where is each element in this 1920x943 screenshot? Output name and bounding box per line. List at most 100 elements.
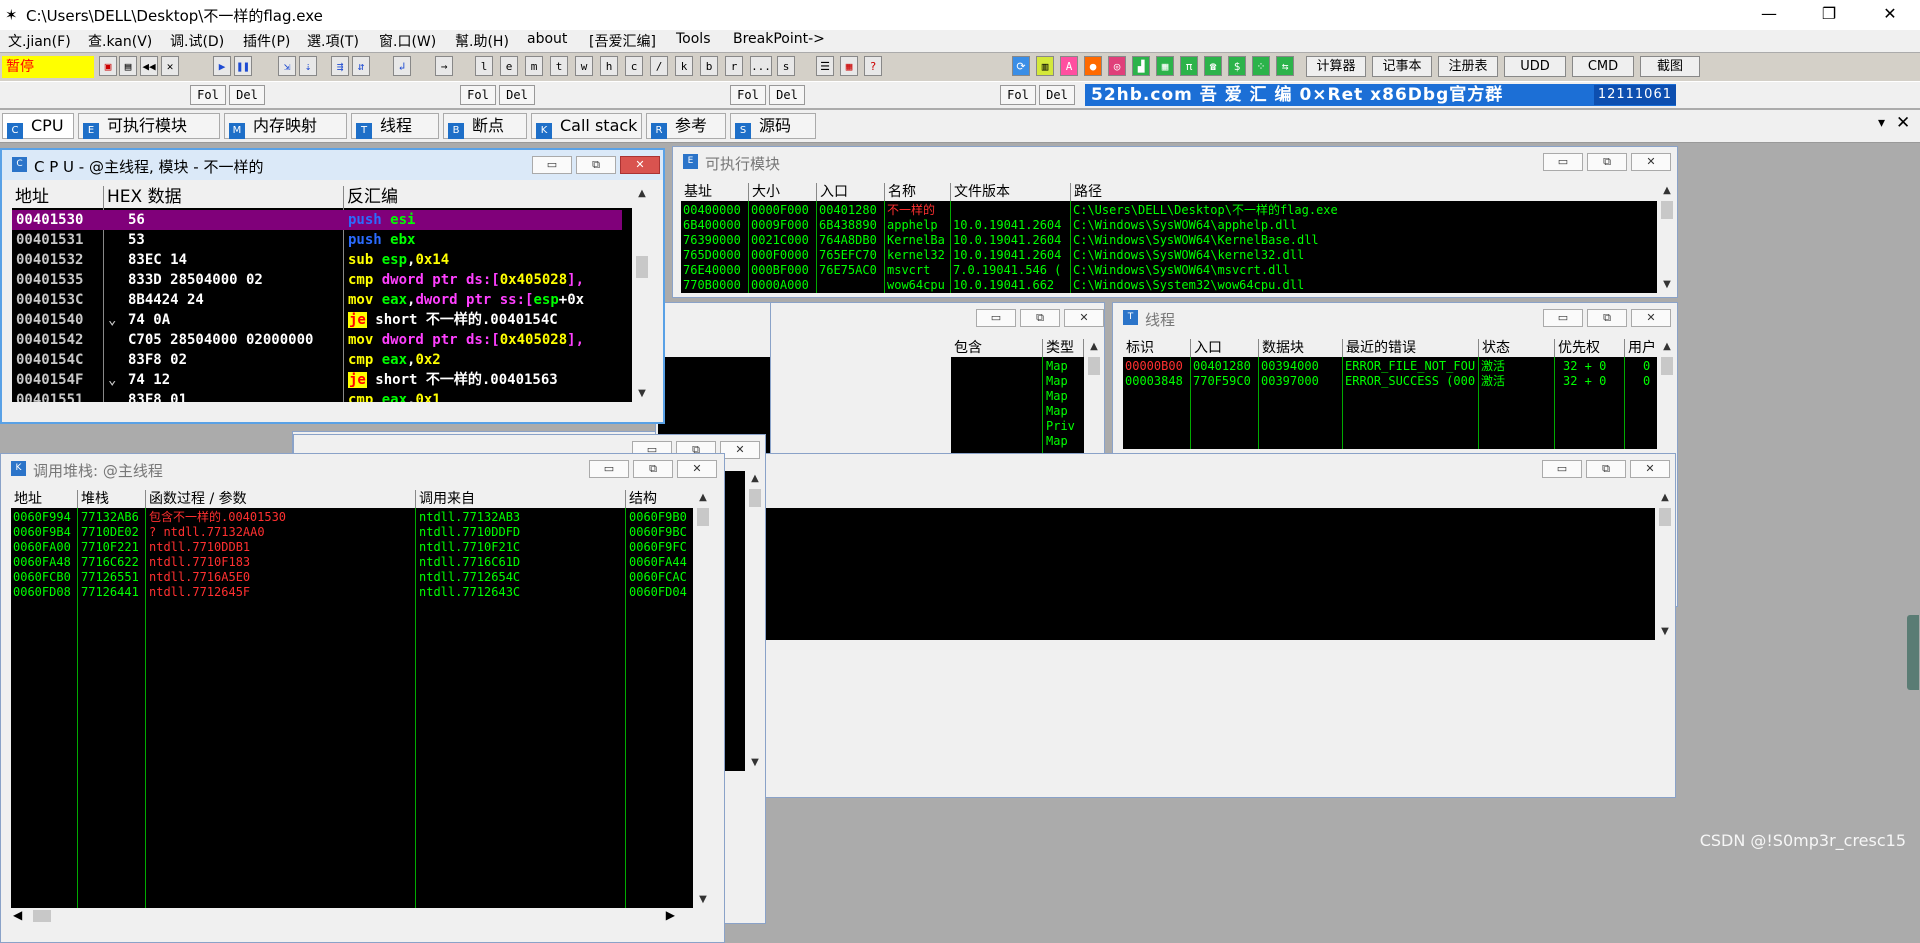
trace-into-icon[interactable]: ⇶ [331,56,349,76]
vertical-scrollbar[interactable]: ▲ [1659,339,1675,449]
scroll-down-icon[interactable]: ▼ [1659,277,1675,293]
phone-icon[interactable]: ☎ [1204,56,1222,76]
colors-icon[interactable]: ▦ [840,56,858,76]
del-button[interactable]: Del [769,85,805,105]
scroll-up-icon[interactable]: ▲ [747,471,763,487]
vertical-scrollbar[interactable]: ▲ [1086,339,1102,469]
minimize-button[interactable]: ▭ [589,460,629,478]
chart-icon[interactable]: ▟ [1132,56,1150,76]
udd-button[interactable]: UDD [1504,56,1566,77]
close-button[interactable]: ✕ [620,156,660,174]
maximize-button[interactable]: ⧉ [633,460,673,478]
pi-icon[interactable]: π [1180,56,1198,76]
folder-icon[interactable]: ▤ [119,56,137,76]
pause-icon[interactable]: ❚❚ [234,56,252,76]
horizontal-scrollbar[interactable]: ◀ ▶ [11,908,693,924]
close-button[interactable]: ✕ [1064,309,1104,327]
log-button[interactable]: l [475,56,493,76]
run-trace-button[interactable]: ... [750,56,772,76]
vertical-scrollbar[interactable]: ▲ ▼ [747,471,763,771]
cpu-button[interactable]: c [625,56,643,76]
run-icon[interactable]: ▶ [213,56,231,76]
close-button[interactable]: ✕ [677,460,717,478]
record-icon[interactable]: ● [1084,56,1102,76]
fol-button[interactable]: Fol [730,85,766,105]
menu-window[interactable]: 窗.口(W) [379,31,436,51]
scroll-up-icon[interactable]: ▲ [1659,339,1675,355]
references-button[interactable]: r [725,56,743,76]
menu-options[interactable]: 選.項(T) [307,31,359,51]
restart-icon[interactable]: ◀◀ [140,56,158,76]
fol-button[interactable]: Fol [1000,85,1036,105]
vertical-scrollbar[interactable]: ▲ ▼ [695,490,711,908]
step-over-icon[interactable]: ⇣ [299,56,317,76]
threads-button[interactable]: t [550,56,568,76]
disassembly-row[interactable]: 00401531 53 push ebx [12,230,622,250]
menu-file[interactable]: 文.jian(F) [8,31,71,51]
disassembly-row[interactable]: 00401532 83EC 14 sub esp,0x14 [12,250,622,270]
del-button[interactable]: Del [499,85,535,105]
scroll-thumb[interactable] [33,910,51,922]
registry-button[interactable]: 注册表 [1438,56,1498,77]
maximize-button[interactable]: ⧉ [1586,460,1626,478]
scroll-down-icon[interactable]: ▼ [695,892,711,908]
close-button[interactable]: ✕ [1862,0,1918,30]
target-icon[interactable]: ◎ [1108,56,1126,76]
scroll-thumb[interactable] [1661,357,1673,375]
modules-window[interactable]: E 可执行模块 ▭ ⧉ ✕ 基址 大小 入口 名称 文件版本 路径 004000… [672,146,1678,298]
handles-button[interactable]: h [600,56,618,76]
menu-debug[interactable]: 调.试(D) [170,31,224,51]
disassembly-row[interactable]: 00401551 83F8 01 cmp eax,0x1 [12,390,622,402]
windows-button[interactable]: w [575,56,593,76]
cmd-button[interactable]: CMD [1572,56,1634,77]
maximize-button[interactable]: ⧉ [1587,309,1627,327]
calendar-icon[interactable]: ▦ [1156,56,1174,76]
close-button[interactable]: ✕ [1631,153,1671,171]
callstack-window[interactable]: K 调用堆栈: @主线程 ▭ ⧉ ✕ 地址 堆栈 函数过程 / 参数 调用来自 … [0,453,725,943]
modules-button[interactable]: e [500,56,518,76]
fol-button[interactable]: Fol [190,85,226,105]
tab-memory[interactable]: M 内存映射 [224,113,347,139]
scroll-left-icon[interactable]: ◀ [13,908,22,922]
plugin-a-icon[interactable]: A [1060,56,1078,76]
refresh-icon[interactable]: ⟳ [1012,56,1030,76]
notepad-button[interactable]: 记事本 [1372,56,1432,77]
execute-till-return-icon[interactable]: ↲ [393,56,411,76]
list-icon[interactable]: ☰ [816,56,834,76]
scroll-thumb[interactable] [1661,201,1673,219]
minimize-button[interactable]: — [1741,0,1797,30]
tab-threads[interactable]: T 线程 [351,113,439,139]
calculator-button[interactable]: 计算器 [1306,56,1366,77]
minimize-button[interactable]: ▭ [1542,460,1582,478]
scroll-down-icon[interactable]: ▼ [747,755,763,771]
trace-over-icon[interactable]: ⇵ [352,56,370,76]
menu-plugins[interactable]: 插件(P) [243,31,290,51]
dots-icon[interactable]: ⁘ [1252,56,1270,76]
maximize-button[interactable]: ⧉ [576,156,616,174]
step-into-icon[interactable]: ⇲ [278,56,296,76]
close-button[interactable]: ✕ [1631,309,1671,327]
menu-tools[interactable]: Tools [676,31,711,47]
tab-callstack[interactable]: K Call stack [531,113,642,139]
vertical-scrollbar[interactable]: ▲ ▼ [634,186,650,402]
disassembly-row[interactable]: 00401540 ⌄ 74 0A je short 不一样的.0040154C [12,310,622,330]
callstack-button[interactable]: k [675,56,693,76]
patches-button[interactable]: / [650,56,668,76]
tab-source[interactable]: S 源码 [730,113,816,139]
close-button[interactable]: ✕ [1630,460,1670,478]
close-debug-icon[interactable]: ✕ [161,56,179,76]
scroll-thumb[interactable] [636,256,648,278]
swap-icon[interactable]: ⇆ [1276,56,1294,76]
close-button[interactable]: ✕ [720,441,760,459]
tab-close-icon[interactable]: ✕ [1896,113,1910,133]
scroll-up-icon[interactable]: ▲ [1657,490,1673,506]
breakpoints-button[interactable]: b [700,56,718,76]
cpu-window[interactable]: C C P U - @主线程, 模块 - 不一样的 ▭ ⧉ ✕ 地址 HEX 数… [0,148,665,424]
vertical-scrollbar[interactable]: ▲ ▼ [1657,490,1673,640]
del-button[interactable]: Del [229,85,265,105]
goto-icon[interactable]: → [435,56,453,76]
menu-breakpoint[interactable]: BreakPoint-> [733,31,825,47]
disassembly-row[interactable]: 00401542 C705 28504000 02000000 mov dword … [12,330,622,350]
open-icon[interactable]: ▣ [99,56,117,76]
menu-about[interactable]: about [527,31,567,47]
